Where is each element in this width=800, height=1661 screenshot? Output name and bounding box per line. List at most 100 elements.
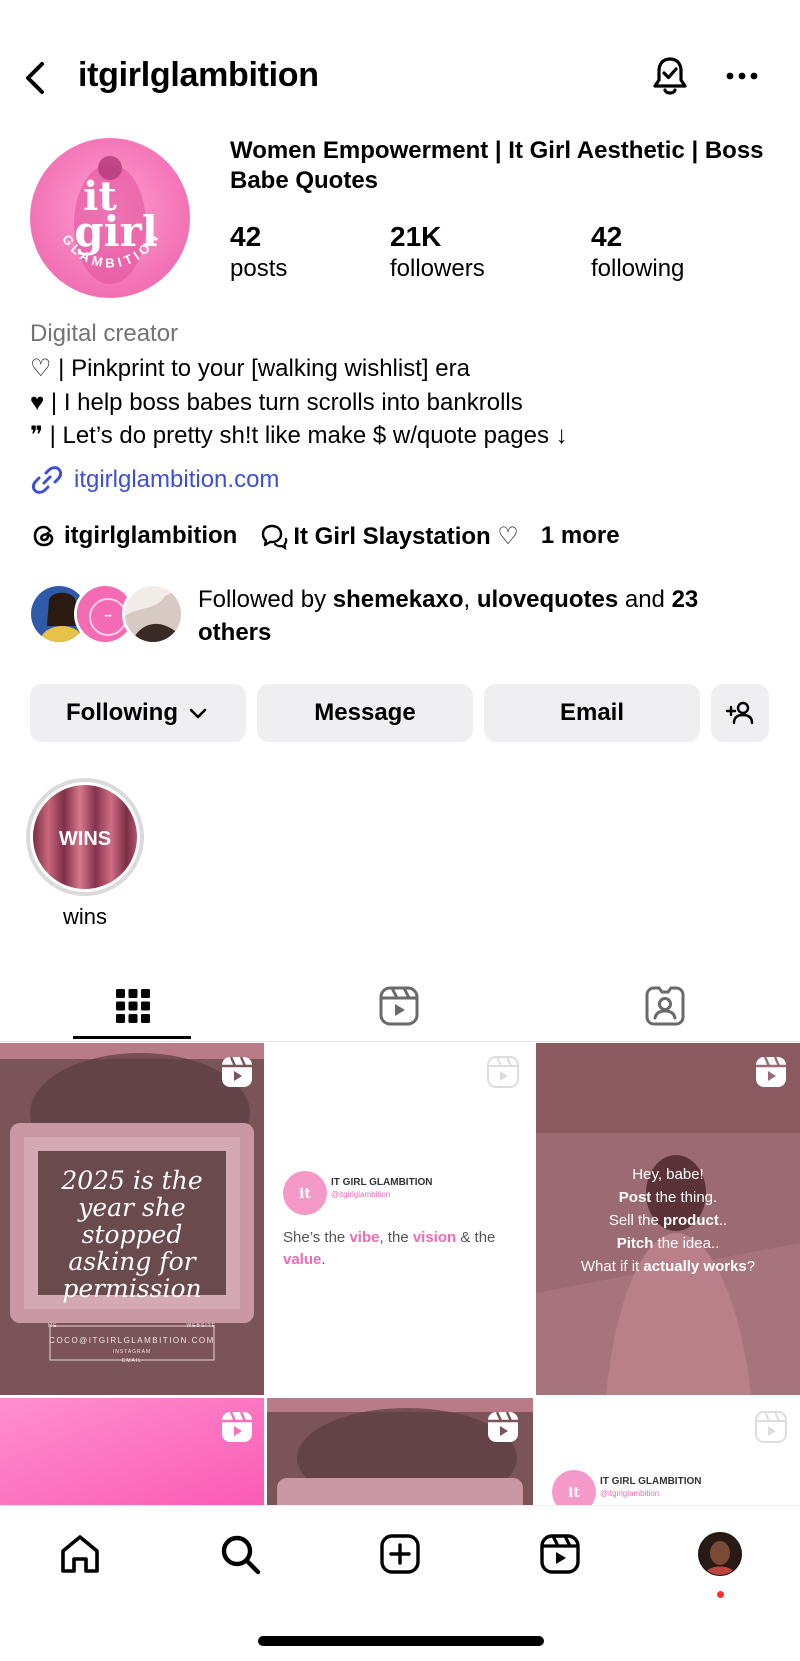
svg-text:it: it <box>299 1186 311 1202</box>
bio-line: ❞ | Let’s do pretty sh!t like make $ w/q… <box>30 422 568 449</box>
stat-label: followers <box>390 255 485 282</box>
profile-avatar[interactable]: it girl GLAMBITION <box>30 138 190 298</box>
email-button[interactable]: Email <box>484 684 700 742</box>
following-button[interactable]: Following <box>30 684 246 742</box>
stat-value: 21K <box>390 221 442 252</box>
reel-badge-icon <box>756 1056 786 1087</box>
tab-tagged[interactable] <box>532 970 798 1042</box>
reels-icon <box>540 1534 580 1574</box>
nav-profile[interactable] <box>692 1526 748 1582</box>
email-button-label: Email <box>559 699 625 726</box>
stat-value: 42 <box>591 221 623 252</box>
message-button[interactable]: Message <box>257 684 473 742</box>
post-caption-text: .. <box>718 1212 728 1229</box>
post-caption-accent: Post <box>618 1189 652 1206</box>
more-options-button[interactable] <box>720 54 764 98</box>
active-tab-indicator <box>73 1036 191 1039</box>
post-caption-text: the thing. <box>651 1189 718 1206</box>
post-footer-label: ME <box>48 1323 58 1329</box>
tab-reels[interactable] <box>266 970 532 1042</box>
brand-logo-icon: it <box>283 1171 327 1215</box>
post-caption-accent: Pitch <box>616 1235 654 1252</box>
profile-link[interactable]: itgirlglambition.com <box>30 462 279 498</box>
reel-badge-icon <box>487 1056 519 1088</box>
more-links-label[interactable]: 1 more <box>541 522 620 550</box>
post-caption-line: Sell the product.. <box>536 1209 800 1232</box>
following-button-label: Following <box>66 699 178 726</box>
post-brand-name: IT GIRL GLAMBITION <box>600 1476 702 1487</box>
nav-home[interactable] <box>52 1526 108 1582</box>
post-caption-text: What if it <box>580 1258 644 1275</box>
post-caption-line: What if it actually works? <box>536 1255 800 1278</box>
post-caption-accent: value <box>283 1251 322 1268</box>
notifications-button[interactable] <box>648 54 692 98</box>
post-brand-handle: @itgirlglambition <box>600 1489 660 1498</box>
story-highlight-wins[interactable]: WINS <box>26 778 144 896</box>
posts-count[interactable]: 42 posts <box>230 220 287 284</box>
notification-dot <box>717 1591 724 1598</box>
profile-link-text: itgirlglambition.com <box>74 466 280 493</box>
bottom-navigation <box>0 1505 800 1605</box>
followed-by-sep: , <box>463 586 477 613</box>
post-brand-handle: @itgirlglambition <box>331 1190 391 1199</box>
post-caption: She’s the vibe, the vision & the value. <box>283 1227 523 1271</box>
stat-value: 42 <box>230 221 262 252</box>
reels-icon <box>379 986 419 1026</box>
post-caption-accent: actually works <box>643 1258 747 1275</box>
post-caption-line: Post the thing. <box>536 1186 800 1209</box>
post-caption-text: She’s the <box>283 1229 350 1246</box>
mutual-followers-avatars[interactable]: ❞❞ <box>28 583 188 649</box>
followed-by-text[interactable]: Followed by shemekaxo, ulovequotes and 2… <box>198 583 778 649</box>
grid-icon <box>116 989 150 1023</box>
highlight-cover: WINS <box>33 785 137 889</box>
following-count[interactable]: 42 following <box>591 220 684 284</box>
followed-by-prefix: Followed by <box>198 586 333 613</box>
followed-by-mid: and <box>618 586 672 613</box>
post-text-line: asking for <box>68 1247 196 1276</box>
post-caption-text: , the <box>379 1229 413 1246</box>
profile-header: itgirlglambition <box>0 48 800 108</box>
profile-name: Women Empowerment | It Girl Aesthetic | … <box>230 137 764 194</box>
chevron-left-icon <box>26 62 44 94</box>
grid-post[interactable]: Hey, babe! Post the thing. Sell the prod… <box>536 1043 800 1395</box>
followers-count[interactable]: 21K followers <box>390 220 485 284</box>
post-caption-line: Pitch the idea.. <box>536 1232 800 1255</box>
channel-icon <box>262 524 288 550</box>
channel-name[interactable]: It Girl Slaystation ♡ <box>293 522 519 551</box>
search-icon <box>221 1535 261 1575</box>
home-indicator <box>258 1636 544 1646</box>
grid-post[interactable]: it IT GIRL GLAMBITION @itgirlglambition <box>536 1398 800 1505</box>
post-caption-text: & the <box>456 1229 496 1246</box>
create-post-icon <box>380 1534 420 1574</box>
home-icon <box>61 1535 99 1573</box>
nav-create[interactable] <box>372 1526 428 1582</box>
grid-post[interactable]: 2025 is the year she stopped asking for … <box>0 1043 264 1395</box>
post-text-line: year she stopped <box>78 1193 186 1249</box>
stat-label: following <box>591 255 685 282</box>
post-footer-label: WEBSITE <box>186 1323 216 1329</box>
post-caption-text: ? <box>746 1258 756 1275</box>
post-text-line: permission <box>62 1274 202 1303</box>
nav-search[interactable] <box>212 1526 268 1582</box>
grid-post[interactable]: it IT GIRL GLAMBITION @itgirlglambition … <box>267 1043 533 1395</box>
tab-posts-grid[interactable] <box>0 970 266 1042</box>
add-person-icon <box>725 701 754 725</box>
ellipsis-icon <box>726 72 758 80</box>
post-footer-email: COCO@ITGIRLGLAMBITION.COM <box>49 1336 215 1345</box>
threads-handle[interactable]: itgirlglambition <box>64 522 237 550</box>
svg-text:it: it <box>568 1485 580 1501</box>
threads-icon <box>33 525 54 547</box>
post-footer-label: EMAIL <box>121 1358 142 1364</box>
link-icon <box>31 466 63 494</box>
post-text-line: 2025 is the <box>61 1166 203 1195</box>
brand-logo-icon: it <box>552 1470 596 1505</box>
back-button[interactable] <box>20 58 52 98</box>
post-caption-text: the idea.. <box>653 1235 720 1252</box>
stat-label: posts <box>230 255 288 282</box>
grid-post[interactable] <box>0 1398 264 1505</box>
reel-badge-icon <box>222 1411 252 1442</box>
suggested-users-button[interactable] <box>711 684 769 742</box>
grid-post[interactable] <box>267 1398 533 1505</box>
nav-reels[interactable] <box>532 1526 588 1582</box>
bio-line: ♡ | Pinkprint to your [walking wishlist]… <box>30 355 470 382</box>
